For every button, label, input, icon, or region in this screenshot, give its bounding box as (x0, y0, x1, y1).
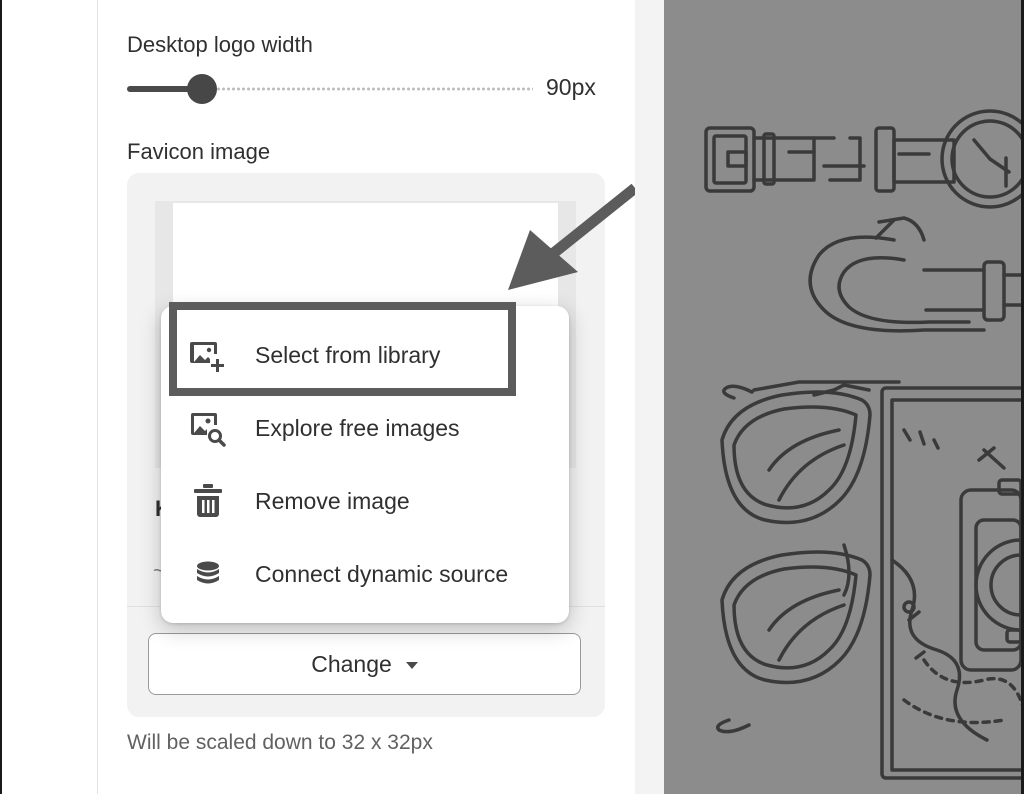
map-camera-icon (880, 386, 1021, 780)
left-gutter (2, 0, 97, 794)
menu-item-label: Explore free images (255, 414, 460, 441)
menu-item-connect-dynamic-source[interactable]: Connect dynamic source (161, 541, 569, 607)
line-art-illustration (704, 109, 1021, 780)
annotation-arrow-icon (508, 183, 639, 290)
menu-item-explore-free-images[interactable]: Explore free images (161, 395, 569, 461)
slider-track-remaining (216, 87, 533, 91)
logo-width-value: 90px (546, 74, 596, 100)
sunglasses-icon (716, 380, 901, 734)
logo-width-label: Desktop logo width (127, 32, 313, 57)
watch-icon (704, 109, 1021, 209)
bracelet-icon (808, 216, 1021, 333)
preview-gutter (635, 0, 664, 794)
database-icon (197, 561, 219, 584)
favicon-help-text: Will be scaled down to 32 x 32px (127, 731, 433, 754)
menu-item-label: Remove image (255, 487, 410, 514)
change-button-label: Change (311, 650, 392, 677)
image-search-icon (191, 413, 226, 447)
menu-item-label: Connect dynamic source (255, 560, 509, 587)
menu-item-remove-image[interactable]: Remove image (161, 468, 569, 534)
annotation-highlight-box (169, 302, 516, 396)
caret-down-icon (405, 661, 418, 669)
change-button[interactable]: Change (148, 633, 581, 695)
slider-thumb[interactable] (187, 74, 217, 104)
trash-icon (194, 484, 222, 517)
theme-preview (664, 0, 1021, 794)
favicon-label: Favicon image (127, 139, 271, 164)
